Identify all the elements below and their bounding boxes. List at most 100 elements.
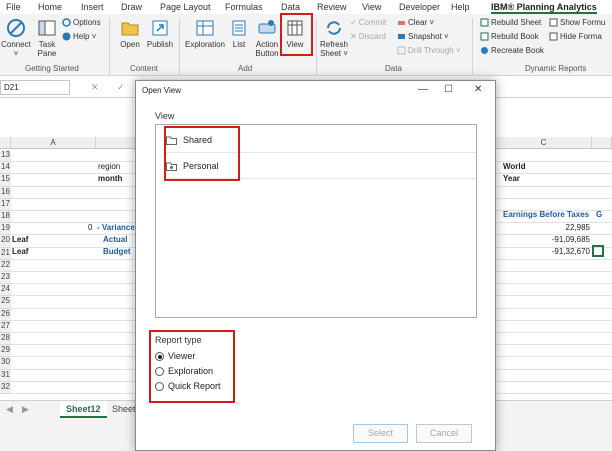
drill-through-button[interactable]: Drill Through ˅: [397, 46, 461, 56]
task-pane-label: Task Pane: [37, 40, 57, 58]
show-formulas-icon: [549, 18, 558, 27]
check-icon: ✓: [350, 18, 357, 27]
cell-c18[interactable]: Earnings Before Taxes: [503, 209, 589, 220]
refresh-sheet-button[interactable]: Refresh Sheet ˅: [318, 18, 350, 58]
cancel-button[interactable]: Cancel: [416, 424, 472, 443]
group-getting-started-label: Getting Started: [25, 64, 79, 73]
rebuild-book-button[interactable]: Rebuild Book: [480, 32, 539, 42]
column-header-b[interactable]: [96, 137, 136, 149]
snapshot-button[interactable]: Snapshot ˅: [397, 32, 449, 42]
formula-enter-icon[interactable]: ✓: [117, 82, 125, 93]
action-button-label: Action Button: [255, 40, 279, 58]
tab-help[interactable]: Help: [451, 2, 470, 12]
commit-button[interactable]: ✓ Commit: [350, 18, 386, 28]
chevron-right-icon[interactable]: ▶: [22, 404, 29, 415]
discard-button[interactable]: ✕ Discard: [350, 32, 386, 42]
open-button[interactable]: Open: [117, 18, 143, 49]
tab-page-layout[interactable]: Page Layout: [160, 2, 211, 12]
tab-formulas[interactable]: Formulas: [225, 2, 263, 12]
cell-c21[interactable]: -91,32,670: [530, 246, 590, 257]
cell-a19[interactable]: 0: [88, 222, 92, 233]
cell-b15[interactable]: month: [98, 173, 122, 184]
minimize-icon[interactable]: —: [418, 84, 428, 95]
rebuild-sheet-label: Rebuild Sheet: [491, 18, 542, 27]
discard-label: Discard: [358, 32, 386, 42]
column-header-d[interactable]: [592, 137, 612, 149]
active-cell-d21[interactable]: [592, 245, 604, 257]
cell-c20[interactable]: -91,09,685: [530, 234, 590, 245]
sheet-tab-sheet[interactable]: Sheet: [112, 404, 136, 414]
tab-draw[interactable]: Draw: [121, 2, 142, 12]
maximize-icon[interactable]: ☐: [444, 84, 453, 95]
options-label: Options: [73, 18, 101, 27]
group-content-label: Content: [130, 64, 159, 73]
cell-b19[interactable]: - Variance: [97, 222, 135, 233]
tab-view[interactable]: View: [362, 2, 381, 12]
formula-cancel-icon[interactable]: ✕: [91, 82, 99, 93]
discard-icon: ✕: [350, 32, 357, 41]
ribbon-separator: [109, 18, 110, 76]
hide-formulas-label: Hide Forma: [560, 32, 602, 41]
cell-b14[interactable]: region: [98, 161, 120, 172]
group-data-label: Data: [385, 64, 402, 73]
view-section-label: View: [155, 111, 175, 121]
exploration-button[interactable]: Exploration: [184, 18, 226, 49]
tab-home[interactable]: Home: [38, 2, 62, 12]
drill-through-label: Drill Through ˅: [408, 46, 461, 55]
open-label: Open: [120, 40, 140, 49]
cell-a20[interactable]: Leaf: [12, 234, 28, 245]
clear-label: Clear ˅: [408, 18, 435, 27]
options-button[interactable]: Options: [62, 18, 101, 28]
help-button[interactable]: Help ˅: [62, 32, 96, 42]
rebuild-book-icon: [480, 32, 489, 41]
cell-d18[interactable]: G: [596, 209, 602, 220]
cell-c15[interactable]: Year: [503, 173, 520, 184]
show-formulas-button[interactable]: Show Formu: [549, 18, 605, 28]
action-button-icon: [258, 20, 276, 34]
view-button-highlight: [280, 13, 313, 56]
connect-button[interactable]: Connect ˅: [0, 18, 32, 58]
tab-developer[interactable]: Developer: [399, 2, 440, 12]
group-add-label: Add: [238, 64, 253, 73]
exploration-label: Exploration: [184, 40, 226, 49]
clear-button[interactable]: Clear ˅: [397, 18, 434, 28]
hide-formulas-icon: [549, 32, 558, 41]
group-dynamic-reports-label: Dynamic Reports: [525, 64, 587, 73]
cell-a21[interactable]: Leaf: [12, 246, 28, 257]
ribbon: Connect ˅ Task Pane Options Help ˅ Getti…: [0, 13, 612, 76]
select-button[interactable]: Select: [353, 424, 408, 443]
list-icon: [232, 20, 246, 36]
refresh-icon: [327, 21, 341, 35]
cell-b20[interactable]: Actual: [103, 234, 127, 245]
chevron-down-icon: ˅: [13, 49, 19, 58]
action-button-button[interactable]: Action Button: [253, 18, 281, 58]
tab-ibm-planning-analytics[interactable]: IBM® Planning Analytics: [491, 2, 597, 14]
hide-formulas-button[interactable]: Hide Forma: [549, 32, 602, 42]
recreate-book-label: Recreate Book: [491, 46, 544, 55]
close-icon[interactable]: ✕: [474, 84, 482, 95]
select-all-corner[interactable]: [0, 137, 11, 149]
chevron-left-icon[interactable]: ◀: [6, 404, 13, 415]
column-header-a[interactable]: A: [11, 137, 96, 149]
sheet-tab-sheet12[interactable]: Sheet12: [60, 401, 107, 418]
rebuild-book-label: Rebuild Book: [491, 32, 539, 41]
cell-c19[interactable]: 22,985: [536, 222, 590, 233]
tab-review[interactable]: Review: [317, 2, 347, 12]
tab-file[interactable]: File: [6, 2, 21, 12]
name-box[interactable]: D21: [0, 80, 70, 95]
ribbon-separator: [316, 18, 317, 76]
gear-icon: [62, 18, 71, 28]
list-button[interactable]: List: [229, 18, 249, 49]
rebuild-sheet-button[interactable]: Rebuild Sheet: [480, 18, 541, 28]
publish-button[interactable]: Publish: [145, 18, 175, 49]
column-header-c[interactable]: C: [496, 137, 592, 149]
tab-insert[interactable]: Insert: [81, 2, 104, 12]
cell-c14[interactable]: World: [503, 161, 526, 172]
view-items-highlight: [164, 126, 240, 181]
tab-data[interactable]: Data: [281, 2, 300, 12]
camera-icon: [398, 34, 405, 40]
recreate-book-icon: [481, 47, 488, 55]
cell-b21[interactable]: Budget: [103, 246, 131, 257]
recreate-book-button[interactable]: Recreate Book: [480, 46, 544, 56]
task-pane-button[interactable]: Task Pane: [34, 18, 60, 58]
